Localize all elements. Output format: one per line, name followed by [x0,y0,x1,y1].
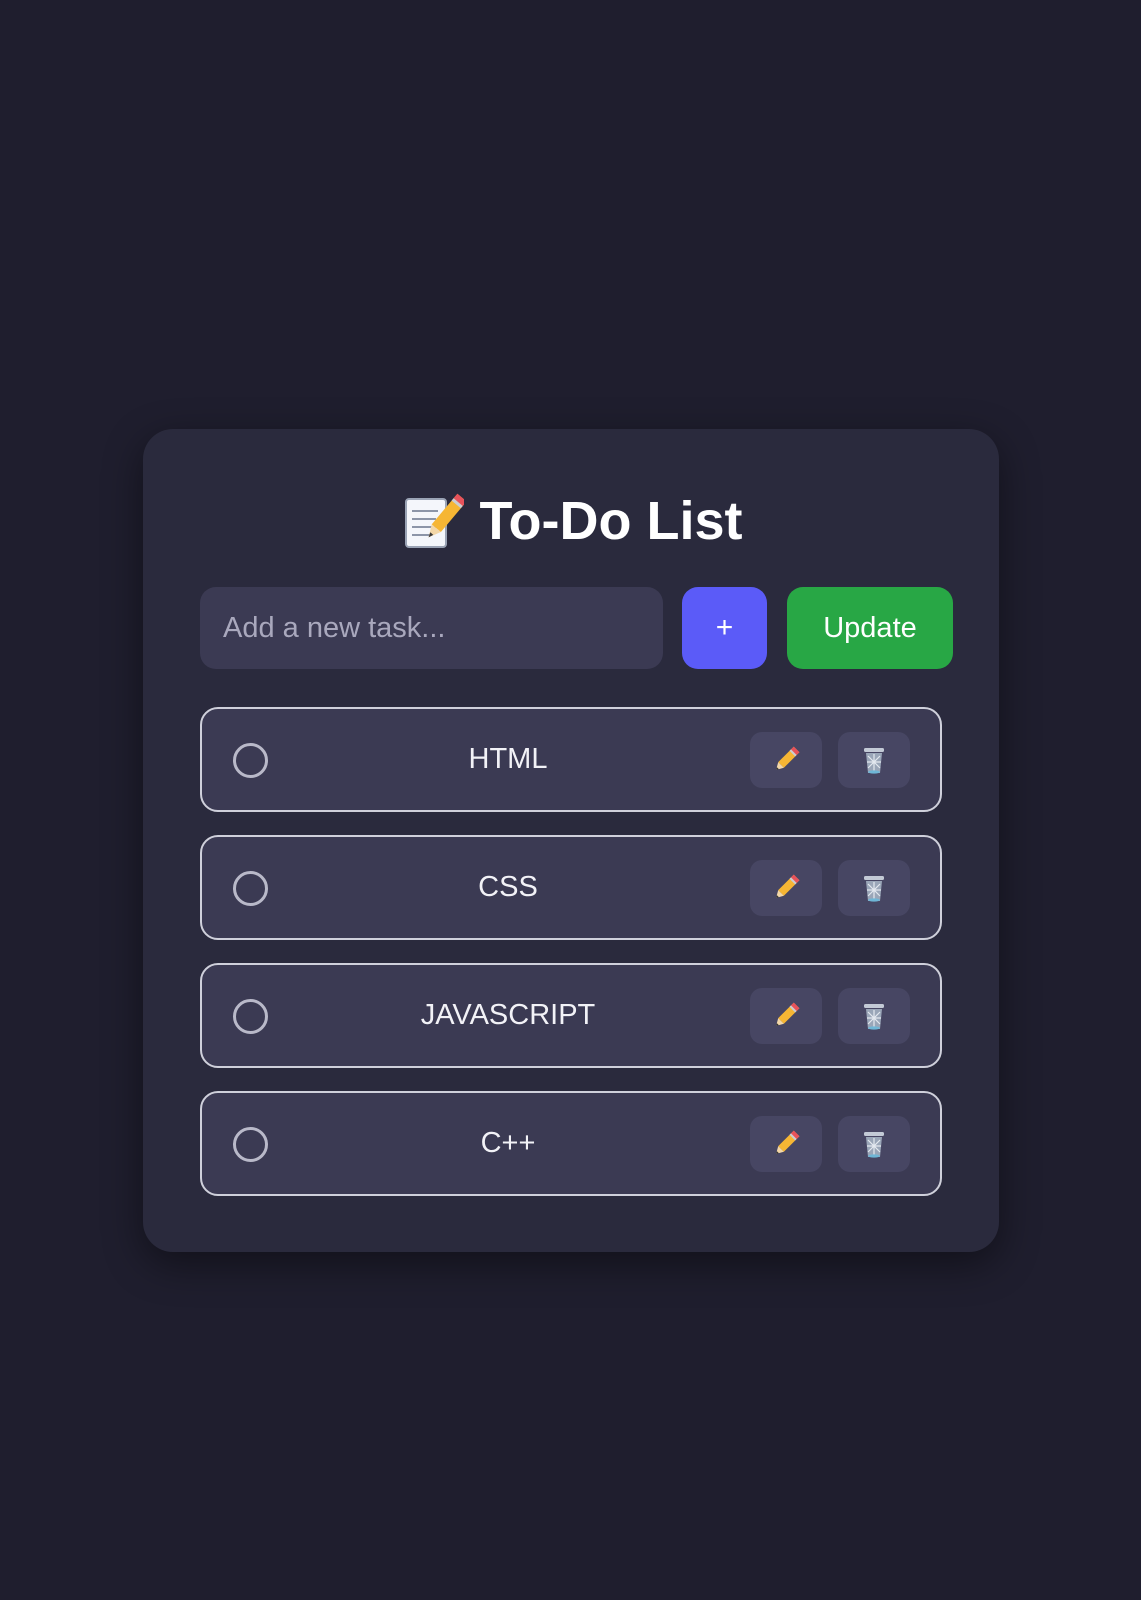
edit-task-button[interactable] [750,988,822,1044]
pencil-icon [776,874,800,898]
task-label: C++ [480,1127,536,1159]
todo-card: To-Do List + Update HTML [143,429,999,1252]
edit-task-button[interactable] [750,732,822,788]
task-item: JAVASCRIPT [200,963,942,1068]
update-task-button[interactable]: Update [787,587,953,669]
trash-icon [864,876,884,902]
edit-task-button[interactable] [750,860,822,916]
task-item: CSS [200,835,942,940]
page-title-text: To-Do List [479,491,743,551]
task-label: CSS [478,871,538,903]
task-checkbox[interactable] [233,999,268,1034]
add-task-button[interactable]: + [682,587,767,669]
task-label: JAVASCRIPT [420,999,596,1031]
task-item: HTML [200,707,942,812]
pencil-icon [776,746,800,770]
edit-task-button[interactable] [750,1116,822,1172]
task-label: HTML [468,743,548,775]
task-input[interactable] [200,587,663,669]
pencil-icon [776,1002,800,1026]
pencil-icon [776,1130,800,1154]
trash-icon [864,1004,884,1030]
task-item: C++ [200,1091,942,1196]
page-title: To-Do List [143,489,999,553]
delete-task-button[interactable] [838,860,910,916]
task-checkbox[interactable] [233,871,268,906]
task-checkbox[interactable] [233,1127,268,1162]
task-checkbox[interactable] [233,743,268,778]
delete-task-button[interactable] [838,988,910,1044]
trash-icon [864,748,884,774]
task-list: HTML CSS JAVASCRIPT C++ [200,707,942,1219]
delete-task-button[interactable] [838,1116,910,1172]
delete-task-button[interactable] [838,732,910,788]
memo-pencil-icon [404,493,464,548]
trash-icon [864,1132,884,1158]
